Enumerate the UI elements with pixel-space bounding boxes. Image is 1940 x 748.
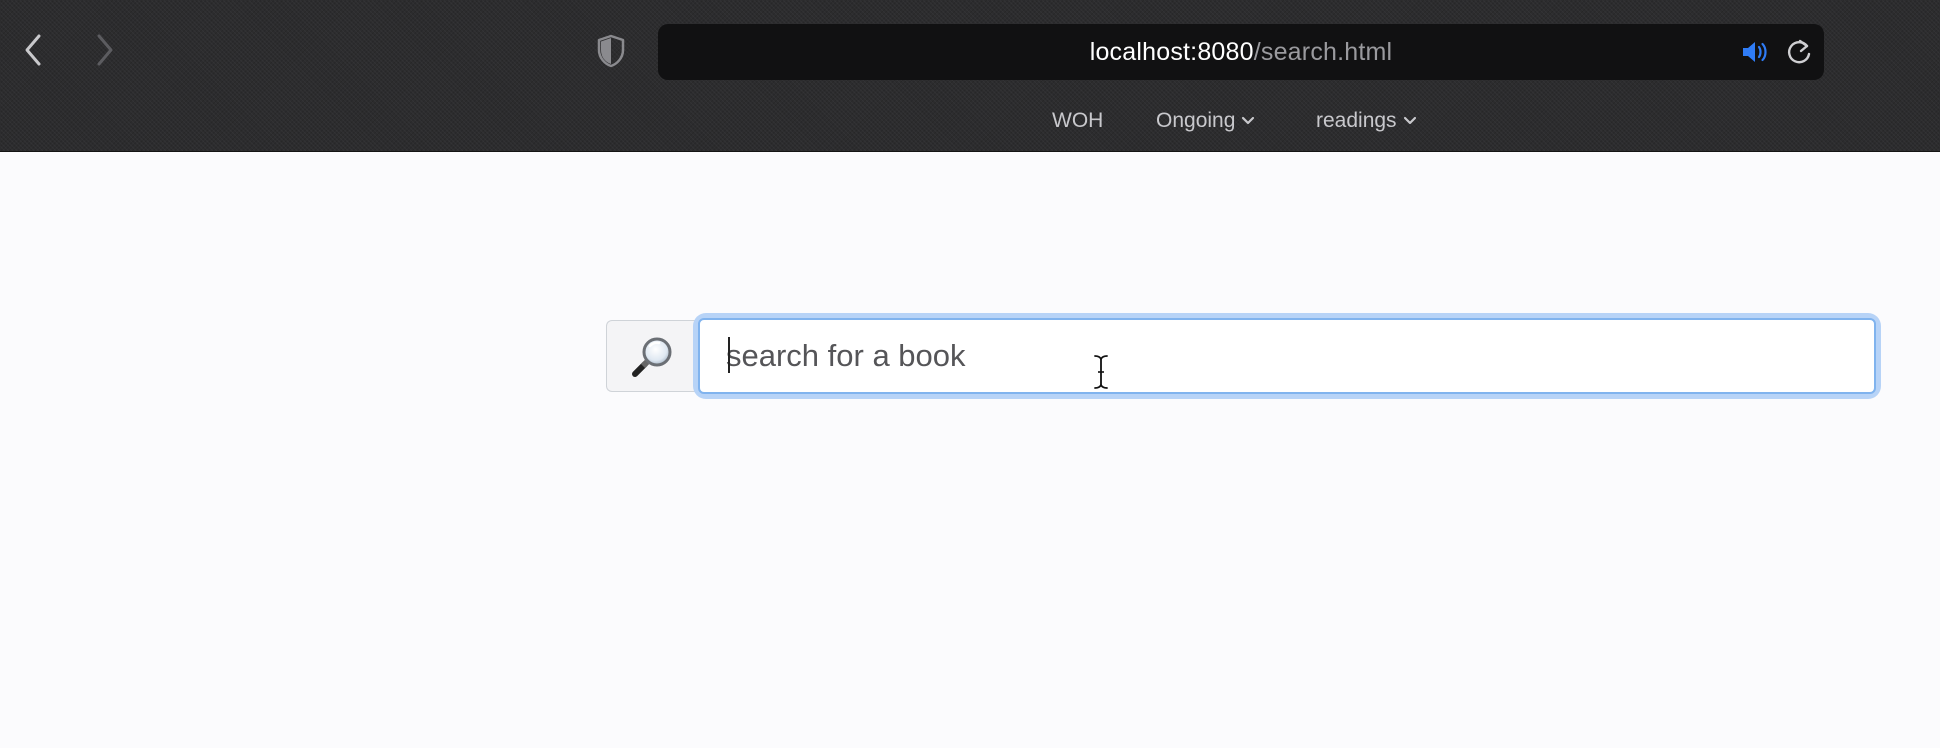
reload-icon	[1788, 39, 1811, 64]
favorite-ongoing-folder[interactable]: Ongoing	[1156, 104, 1255, 138]
audio-playing-button[interactable]	[1740, 38, 1772, 66]
favorite-woh[interactable]: WOH	[1052, 104, 1103, 138]
chevron-down-icon	[1403, 116, 1416, 125]
search-input-focus-ring	[698, 318, 1876, 394]
url-text: localhost:8080/search.html	[658, 24, 1824, 80]
forward-button[interactable]	[88, 30, 122, 70]
favorite-label: WOH	[1052, 109, 1104, 132]
favorites-bar: WOH Ongoing readings	[0, 104, 1940, 138]
url-host: localhost:8080	[1089, 38, 1254, 66]
reload-button[interactable]	[1785, 37, 1813, 67]
favorite-label: readings	[1316, 109, 1397, 132]
chevron-down-icon	[1242, 116, 1255, 125]
book-search-group	[606, 318, 1876, 394]
chevron-left-icon	[25, 34, 41, 66]
search-input[interactable]	[698, 318, 1876, 394]
speaker-icon	[1743, 42, 1767, 62]
search-addon	[606, 320, 698, 392]
favorite-readings-folder[interactable]: readings	[1316, 104, 1417, 138]
shield-icon	[597, 34, 625, 68]
browser-toolbar: localhost:8080/search.html WOH Ongoing r…	[0, 0, 1940, 152]
magnifying-glass-icon	[631, 337, 671, 377]
back-button[interactable]	[16, 30, 50, 70]
url-path: /search.html	[1253, 38, 1393, 66]
text-caret	[728, 337, 730, 373]
address-bar[interactable]: localhost:8080/search.html	[658, 24, 1824, 80]
chevron-right-icon	[97, 34, 113, 66]
ibeam-cursor-icon	[1093, 354, 1109, 390]
privacy-report-button[interactable]	[596, 34, 626, 68]
favorite-label: Ongoing	[1156, 109, 1236, 132]
